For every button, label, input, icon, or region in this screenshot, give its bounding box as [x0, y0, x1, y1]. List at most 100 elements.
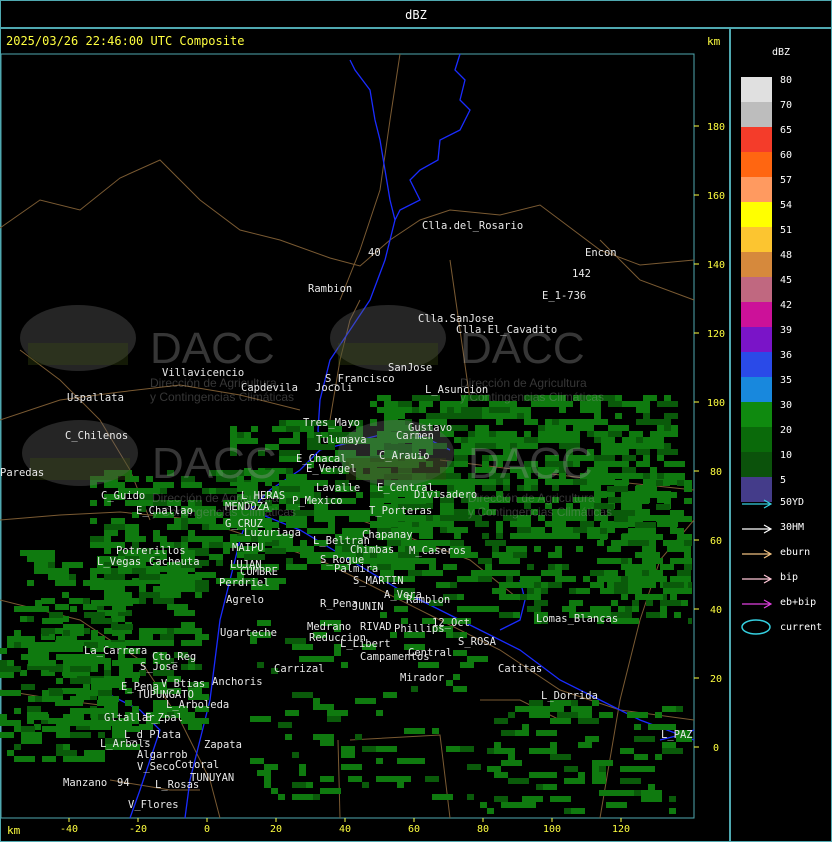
echo-cell: [56, 678, 63, 684]
x-tick-label: 40: [339, 824, 351, 835]
echo-cell: [534, 546, 541, 552]
echo-cell: [534, 588, 541, 594]
echo-cell: [62, 616, 69, 622]
legend-value: 5: [780, 475, 787, 486]
echo-cell: [28, 654, 35, 660]
echo-cell: [529, 772, 543, 778]
echo-cell: [543, 784, 557, 790]
echo-cell: [613, 790, 627, 796]
echo-cell: [341, 662, 348, 668]
echo-cell: [461, 509, 468, 515]
place-label: Palmira: [334, 563, 378, 575]
echo-cell: [237, 432, 244, 438]
place-label: E_1-736: [542, 290, 586, 302]
place-label: Clla.del_Rosario: [422, 220, 523, 232]
timestamp: 2025/03/26 22:46:00 UTC Composite: [6, 34, 245, 48]
echo-cell: [499, 558, 520, 564]
echo-cell: [649, 558, 663, 564]
echo-cell: [91, 600, 98, 606]
echo-cell: [583, 576, 590, 582]
echo-cell: [84, 750, 105, 756]
echo-cell: [7, 642, 14, 648]
echo-cell: [28, 738, 42, 744]
echo-cell: [506, 582, 527, 588]
echo-cell: [622, 467, 636, 473]
echo-cell: [564, 712, 578, 718]
echo-cell: [132, 580, 139, 586]
echo-cell: [599, 766, 606, 772]
echo-cell: [42, 618, 63, 624]
echo-cell: [650, 431, 657, 437]
echo-cell: [650, 443, 664, 449]
echo-cell: [606, 802, 627, 808]
echo-cell: [622, 443, 629, 449]
echo-cell: [580, 521, 594, 527]
echo-cell: [56, 720, 70, 726]
echo-cell: [63, 672, 77, 678]
place-label: MAIPU: [232, 542, 264, 554]
echo-cell: [559, 419, 573, 425]
echo-cell: [555, 546, 562, 552]
place-label: L_Libert: [340, 638, 391, 650]
echo-cell: [529, 712, 550, 718]
echo-cell: [146, 628, 153, 634]
place-label: Lomas_Blancas: [536, 613, 618, 625]
echo-cell: [300, 546, 307, 552]
echo-cell: [492, 546, 499, 552]
echo-cell: [34, 562, 48, 568]
echo-cell: [77, 696, 84, 702]
echo-cell: [370, 522, 391, 528]
echo-cell: [564, 796, 571, 802]
echo-cell: [362, 782, 369, 788]
echo-cell: [41, 598, 55, 604]
echo-cell: [376, 710, 383, 716]
echo-cell: [293, 426, 300, 432]
legend-value: 45: [780, 275, 793, 286]
echo-cell: [181, 574, 195, 580]
echo-cell: [394, 606, 408, 612]
echo-cell: [635, 534, 642, 540]
echo-cell: [27, 616, 34, 622]
place-label: 40: [368, 247, 381, 259]
echo-cell: [548, 552, 562, 558]
radar-map[interactable]: DACC Dirección de Agriculturay Contingenc…: [0, 0, 730, 842]
echo-cell: [454, 449, 468, 455]
echo-cell: [160, 592, 181, 598]
place-label: Zapata: [204, 739, 242, 751]
echo-cell: [90, 500, 97, 506]
echo-cell: [614, 540, 628, 546]
watermark-brand: DACC: [468, 439, 593, 488]
y-tick-label: 80: [710, 467, 722, 478]
echo-cell: [20, 616, 27, 622]
echo-cell: [667, 564, 674, 570]
echo-cell: [98, 696, 119, 702]
legend-value: 57: [780, 175, 793, 186]
echo-cell: [621, 594, 628, 600]
echo-cell: [436, 582, 450, 588]
echo-cell: [209, 572, 216, 578]
echo-cell: [104, 548, 111, 554]
echo-cell: [139, 592, 160, 598]
echo-cell: [188, 724, 202, 730]
echo-cell: [160, 580, 181, 586]
y-tick-label: 180: [707, 122, 725, 133]
echo-cell: [334, 710, 341, 716]
echo-cell: [585, 712, 592, 718]
echo-cell: [524, 431, 531, 437]
echo-cell: [27, 580, 34, 586]
echo-cell: [14, 630, 21, 636]
echo-cell: [636, 407, 650, 413]
echo-cell: [649, 540, 656, 546]
echo-cell: [299, 656, 320, 662]
place-label: Mirador: [400, 672, 444, 684]
echo-cell: [467, 794, 474, 800]
echo-cell: [636, 461, 650, 467]
echo-cell: [418, 728, 425, 734]
echo-cell: [397, 782, 404, 788]
place-label: Divisadero: [414, 489, 477, 501]
echo-cell: [292, 794, 313, 800]
echo-cell: [487, 808, 494, 814]
echo-cell: [587, 431, 594, 437]
place-label: Ugarteche: [220, 627, 277, 639]
echo-cell: [499, 582, 506, 588]
